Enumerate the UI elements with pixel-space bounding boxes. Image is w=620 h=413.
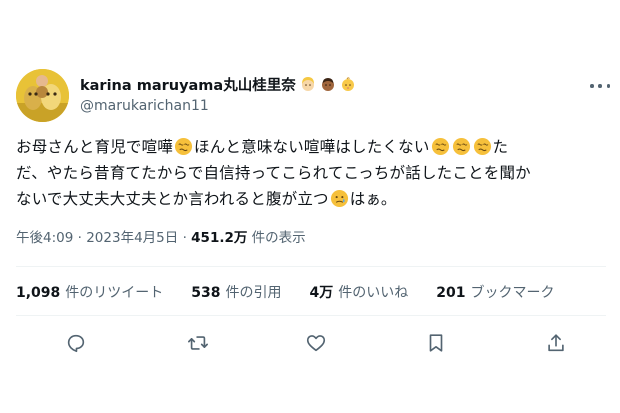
action-bar — [0, 330, 620, 360]
divider — [16, 266, 606, 267]
tweet-text: お母さんと育児で喧嘩 ほんと意味ない喧嘩はしたくない た だ、やたら昔育てたからで自… — [16, 134, 596, 212]
retweets-stat[interactable]: 1,098 件のリツイート — [16, 282, 163, 302]
bookmarks-label: ブックマーク — [470, 285, 555, 301]
likes-count: 4万 — [309, 285, 334, 301]
man-medium-dark-skin-emoji-icon — [320, 76, 336, 92]
quotes-stat[interactable]: 538 件の引用 — [191, 282, 281, 302]
meta-separator: · — [182, 230, 187, 246]
likes-label: 件のいいね — [338, 285, 409, 301]
tweet-text-segment: た — [492, 138, 509, 156]
tweet-text-segment: お母さんと育児で喧嘩 — [16, 138, 174, 156]
avatar[interactable] — [16, 69, 69, 122]
meta-separator: · — [77, 230, 82, 246]
tweet-line-2: だ、やたら昔育てたからで自信持ってこられてこっちが話したことを聞か — [16, 160, 596, 186]
author-name-row: karina maruyama丸山桂里奈 — [80, 74, 356, 94]
author-display-name[interactable]: karina maruyama丸山桂里奈 — [80, 74, 296, 95]
tweet-text-segment: ほんと意味ない喧嘩はしたくない — [194, 138, 430, 156]
woozy-face-emoji-icon — [473, 137, 491, 156]
share-icon[interactable] — [543, 330, 569, 356]
tweet-card: karina maruyama丸山桂里奈 @marukarichan11 お母さ… — [0, 0, 620, 413]
woozy-face-emoji-icon — [452, 137, 470, 156]
tweet-text-segment: だ、やたら昔育てたからで自信持ってこられてこっちが話したことを聞か — [16, 164, 531, 182]
tweet-date[interactable]: 2023年4月5日 — [86, 230, 178, 246]
quotes-count: 538 — [191, 285, 221, 301]
likes-stat[interactable]: 4万 件のいいね — [310, 282, 409, 302]
bookmarks-stat[interactable]: 201 ブックマーク — [436, 282, 554, 302]
baby-emoji-icon — [340, 76, 356, 92]
reply-icon[interactable] — [63, 330, 89, 356]
tweet-line-3: ないで大丈夫大丈夫とか言われると腹が立つ はぁ。 — [16, 186, 596, 212]
woozy-face-emoji-icon — [431, 137, 449, 156]
quotes-label: 件の引用 — [225, 285, 282, 301]
bookmark-icon[interactable] — [423, 330, 449, 356]
like-icon[interactable] — [303, 330, 329, 356]
woozy-face-emoji-icon — [174, 137, 193, 156]
retweets-label: 件のリツイート — [65, 285, 164, 301]
more-options-icon[interactable] — [590, 80, 610, 92]
retweet-icon[interactable] — [185, 330, 211, 356]
engagement-stats: 1,098 件のリツイート 538 件の引用 4万 件のいいね 201 ブックマーク — [16, 282, 583, 302]
author-handle[interactable]: @marukarichan11 — [80, 98, 209, 114]
views-count: 451.2万 — [191, 230, 248, 246]
tweet-meta: 午後4:09 · 2023年4月5日 · 451.2万 件の表示 — [16, 226, 306, 246]
tweet-line-1: お母さんと育児で喧嘩 ほんと意味ない喧嘩はしたくない た — [16, 134, 596, 160]
face-holding-back-tears-emoji-icon — [330, 189, 348, 208]
blonde-person-emoji-icon — [300, 76, 316, 92]
tweet-text-segment: ないで大丈夫大丈夫とか言われると腹が立つ — [16, 190, 329, 208]
retweets-count: 1,098 — [16, 285, 61, 301]
tweet-text-segment: はぁ。 — [349, 190, 397, 208]
bookmarks-count: 201 — [436, 285, 466, 301]
tweet-time[interactable]: 午後4:09 — [16, 230, 73, 246]
views-label: 件の表示 — [251, 230, 306, 246]
divider — [16, 315, 606, 316]
